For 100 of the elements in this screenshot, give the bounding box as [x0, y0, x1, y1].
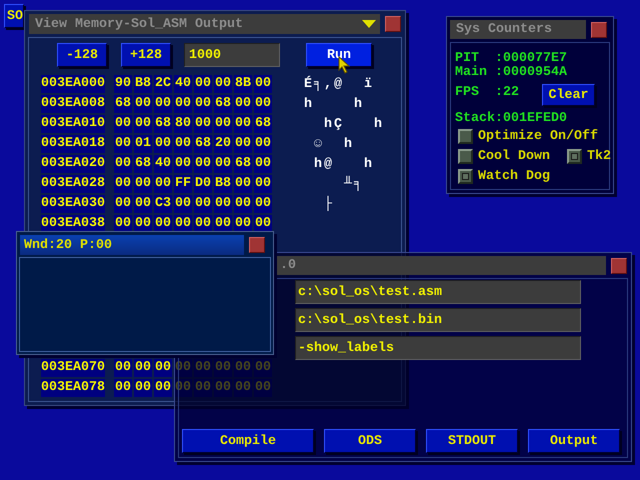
counter-label: Stack [455, 111, 495, 126]
byte-cell: 20 [214, 135, 232, 153]
close-button[interactable] [249, 237, 265, 253]
byte-cell: 00 [234, 95, 252, 113]
counter-value: :001EFED0 [495, 111, 567, 126]
checkbox[interactable] [458, 129, 473, 144]
counter-label: FPS [455, 85, 480, 100]
ascii-text: ☺ h [312, 136, 354, 152]
byte-cell: 00 [214, 75, 232, 93]
byte-cell: 00 [114, 115, 132, 133]
ascii-text: ╨╕ [342, 176, 364, 192]
address-field[interactable]: 1000 [184, 43, 280, 67]
byte-cell: 00 [114, 379, 132, 397]
checkbox[interactable] [458, 149, 473, 164]
address-cell: 003EA030 [41, 195, 105, 213]
counter-label: Main [455, 65, 488, 80]
byte-cell: 68 [234, 155, 252, 173]
byte-cell: 00 [174, 195, 192, 213]
window-title: .0 [280, 258, 296, 273]
byte-cell: 00 [134, 115, 152, 133]
byte-cell: 00 [194, 75, 212, 93]
counter-label: PIT [455, 51, 479, 66]
input-field[interactable]: c:\sol_os\test.bin [295, 308, 581, 332]
byte-cell: 68 [214, 95, 232, 113]
step-button[interactable]: +128 [121, 43, 171, 67]
checkbox[interactable] [567, 149, 582, 164]
byte-cell: 00 [234, 135, 252, 153]
byte-cell: 00 [194, 95, 212, 113]
byte-cell: 00 [194, 155, 212, 173]
byte-cell: C3 [154, 195, 172, 213]
window-title: Sys Counters [456, 22, 552, 37]
byte-cell: 40 [154, 155, 172, 173]
address-cell: 003EA028 [41, 175, 105, 193]
byte-cell: 00 [154, 379, 172, 397]
byte-cell: D0 [194, 175, 212, 193]
counter-value: :0000954A [494, 65, 567, 80]
byte-cell: 00 [114, 195, 132, 213]
byte-cell: B8 [214, 175, 232, 193]
byte-cell: 00 [234, 175, 252, 193]
ascii-text: h h [304, 96, 364, 112]
byte-cell: 00 [174, 135, 192, 153]
byte-cell: 00 [194, 115, 212, 133]
window-title: Wnd:20 P:00 [24, 238, 112, 252]
byte-cell: 00 [234, 115, 252, 133]
address-cell: 003EA000 [41, 75, 105, 93]
byte-cell: 00 [174, 155, 192, 173]
byte-cell: 00 [254, 155, 272, 173]
address-cell: 003EA018 [41, 135, 105, 153]
close-button[interactable] [385, 16, 401, 32]
dropdown-icon[interactable] [362, 20, 376, 28]
run-button[interactable]: Run [306, 43, 372, 67]
close-button[interactable] [611, 258, 627, 274]
byte-cell: 00 [114, 135, 132, 153]
address-cell: 003EA008 [41, 95, 105, 113]
byte-cell: 00 [214, 195, 232, 213]
byte-cell: 00 [114, 359, 132, 377]
checkbox-label: Tk2 [587, 149, 611, 164]
ascii-text: ├ [322, 196, 334, 212]
byte-cell: 00 [214, 115, 232, 133]
byte-cell: FF [174, 175, 192, 193]
byte-cell: 00 [154, 95, 172, 113]
byte-cell: 90 [114, 75, 132, 93]
byte-cell: 00 [254, 75, 272, 93]
byte-cell: 68 [154, 115, 172, 133]
action-button[interactable]: Compile [182, 429, 314, 453]
checkbox-label: Optimize On/Off [478, 129, 598, 144]
byte-cell: B8 [134, 75, 152, 93]
window-title: View Memory-Sol_ASM Output [35, 16, 243, 32]
byte-cell: 8B [234, 75, 252, 93]
byte-cell: 2C [154, 75, 172, 93]
close-button[interactable] [591, 22, 607, 38]
byte-cell: 00 [154, 359, 172, 377]
checkbox-label: Watch Dog [478, 169, 550, 184]
byte-cell: 68 [194, 135, 212, 153]
byte-cell: 00 [134, 379, 152, 397]
action-button[interactable]: Output [528, 429, 620, 453]
byte-cell: 80 [174, 115, 192, 133]
input-field[interactable]: c:\sol_os\test.asm [295, 280, 581, 304]
input-field[interactable]: -show_labels [295, 336, 581, 360]
byte-cell: 00 [214, 155, 232, 173]
address-cell: 003EA078 [41, 379, 105, 397]
counter-value: :22 [494, 85, 519, 100]
action-button[interactable]: ODS [324, 429, 416, 453]
byte-cell: 40 [174, 75, 192, 93]
clear-button[interactable]: Clear [542, 84, 595, 106]
counter-value: :000077E7 [494, 51, 567, 66]
byte-cell: 00 [234, 195, 252, 213]
menu-button[interactable]: SO [4, 4, 24, 28]
byte-cell: 00 [254, 195, 272, 213]
byte-cell: 00 [134, 95, 152, 113]
address-cell: 003EA020 [41, 155, 105, 173]
step-button[interactable]: -128 [57, 43, 107, 67]
byte-cell: 00 [114, 175, 132, 193]
byte-cell: 00 [154, 135, 172, 153]
checkbox[interactable] [458, 169, 473, 184]
byte-cell: 00 [254, 95, 272, 113]
byte-cell: 00 [254, 175, 272, 193]
byte-cell: 00 [194, 195, 212, 213]
byte-cell: 68 [254, 115, 272, 133]
action-button[interactable]: STDOUT [426, 429, 518, 453]
